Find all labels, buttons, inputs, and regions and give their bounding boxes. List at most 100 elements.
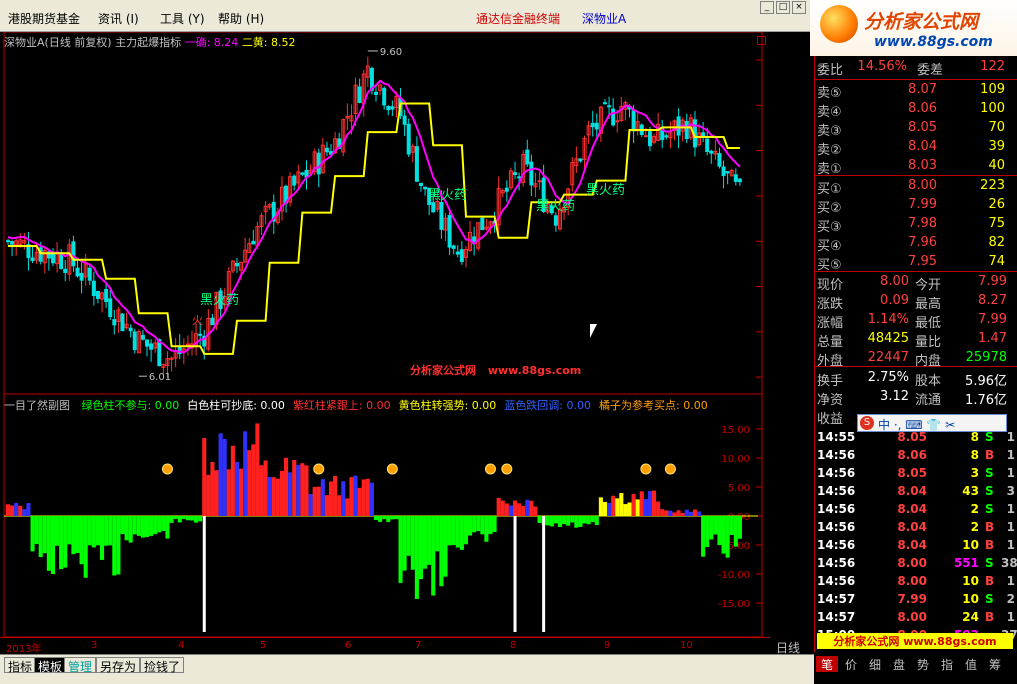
sub-bar [38,516,43,558]
tab-indicator[interactable]: 指标 [4,657,37,674]
buy-price: 7.95 [908,254,937,269]
sub-bar [165,516,170,539]
sell-row[interactable]: 卖③ 8.05 70 [815,120,1017,139]
weicha-label: 委差 [917,63,944,78]
sub-bar [304,465,309,516]
buy-row[interactable]: 买② 7.99 26 [815,197,1017,216]
ad-bar[interactable]: 分析家公式网 www.88gs.com [817,633,1013,649]
menu-item-help[interactable]: 帮助 (H) [218,10,264,27]
sell-label: 卖② [817,143,842,158]
sub-bar [108,516,113,546]
tick-row[interactable]: 14:56 8.05 3 S 1 [815,466,1017,484]
buy-row[interactable]: 买① 8.00 223 [815,178,1017,197]
sell-row[interactable]: 卖④ 8.06 100 [815,101,1017,120]
tick-row[interactable]: 14:56 8.04 2 S 1 [815,502,1017,520]
stat-label: 现价 [817,278,844,293]
sub-bar [128,516,133,543]
buy-row[interactable]: 买④ 7.96 82 [815,235,1017,254]
tab-shi[interactable]: 势 [912,656,934,672]
tick-bs: B [985,448,995,462]
candle-body [128,327,133,332]
candle-body [447,215,452,248]
tab-pick-money[interactable]: 捡钱了 [140,657,185,674]
sub-bar [259,465,264,516]
tab-save-as[interactable]: 另存为 [96,657,141,674]
x-label: 5 [260,640,267,651]
sub-legend-item: 蓝色跌回调: 0.00 [504,399,592,412]
sell-label: 卖④ [817,105,842,120]
tick-bs: B [985,520,995,534]
candle-body [374,91,378,95]
ime-toolbar[interactable]: S 中 ·, ⌨ 👕 ✂ [857,414,1007,432]
expand-icon[interactable] [757,36,766,45]
stat-value: 5.96亿 [965,374,1007,389]
close-icon[interactable]: × [792,1,806,14]
tick-row[interactable]: 14:57 8.00 24 B 1 [815,610,1017,628]
sub-bar [394,516,399,520]
sub-bar [398,516,403,583]
tab-zhi2[interactable]: 值 [960,656,982,672]
tick-row[interactable]: 14:56 8.06 8 B 1 [815,448,1017,466]
ma-yellow-line [8,102,740,355]
sub-bar [91,516,96,548]
sub-bar [660,509,665,516]
logo-url: www.88gs.com [874,34,993,50]
tab-zhi[interactable]: 指 [936,656,958,672]
price-chart[interactable]: 9.509.008.508.007.507.006.506.0015.0010.… [0,32,770,637]
minimize-icon[interactable]: _ [760,1,774,14]
tab-chou[interactable]: 筹 [984,656,1006,672]
sub-bar [144,516,150,537]
candle-body [251,240,256,245]
stat-row: 涨跌 0.09 最高 8.27 [815,293,1017,312]
candle-body [701,132,706,137]
candle-body [91,280,96,297]
tick-row[interactable]: 14:57 7.99 10 S 2 [815,592,1017,610]
tick-count: 1 [1006,610,1015,624]
tab-pan[interactable]: 盘 [888,656,910,672]
sub-bar [378,516,383,522]
tab-bi[interactable]: 笔 [816,656,838,672]
sell-vol: 100 [980,101,1005,116]
sub-bar [439,516,444,587]
maximize-icon[interactable]: □ [776,1,790,14]
tab-jia[interactable]: 价 [840,656,862,672]
main-chart-panel[interactable]: 9.509.008.508.007.507.006.506.0015.0010.… [0,32,770,637]
tick-price: 8.04 [897,484,927,498]
menu-item-hk-futures[interactable]: 港股期货基金 [8,10,80,27]
logo-name: 分析家公式网 [864,11,979,33]
tick-vol: 10 [962,592,979,606]
tick-row[interactable]: 14:56 8.00 551 S 38 [815,556,1017,574]
ime-tools[interactable]: 中 ·, ⌨ 👕 ✂ [878,416,955,433]
buy-label: 买② [817,201,842,216]
tick-price: 8.04 [897,502,927,516]
sub-bar [656,501,661,516]
tick-count: 1 [1006,538,1015,552]
menu-item-info[interactable]: 资讯 (I) [98,10,139,27]
orange-buy-dot [664,463,676,475]
tab-template[interactable]: 模板 [34,657,67,674]
white-bottom-bar [513,516,517,632]
tick-count: 1 [1006,574,1015,588]
tick-row[interactable]: 14:56 8.04 2 B 1 [815,520,1017,538]
buy-label: 买① [817,182,842,197]
tab-manage[interactable]: 管理 [64,657,97,674]
tick-time: 14:56 [817,466,856,480]
watermark-url: www.88gs.com [487,364,582,377]
sub-bar [631,493,636,516]
sub-bar [676,510,681,516]
sell-row[interactable]: 卖⑤ 8.07 109 [815,82,1017,101]
orange-buy-dot [313,463,325,475]
tick-row[interactable]: 14:56 8.00 10 B 1 [815,574,1017,592]
sell-row[interactable]: 卖② 8.04 39 [815,139,1017,158]
orange-buy-dot [161,463,173,475]
menu-item-tools[interactable]: 工具 (Y) [160,10,205,27]
tick-row[interactable]: 14:56 8.04 10 B 1 [815,538,1017,556]
buy-row[interactable]: 买③ 7.98 75 [815,216,1017,235]
tick-row[interactable]: 14:56 8.04 43 S 3 [815,484,1017,502]
tab-xi[interactable]: 细 [864,656,886,672]
sub-bar [87,516,92,546]
stat-label: 涨幅 [817,316,844,331]
candle-body [594,122,599,130]
tick-count: 1 [1006,502,1015,516]
window-title-product: 通达信金融终端 [476,12,561,26]
